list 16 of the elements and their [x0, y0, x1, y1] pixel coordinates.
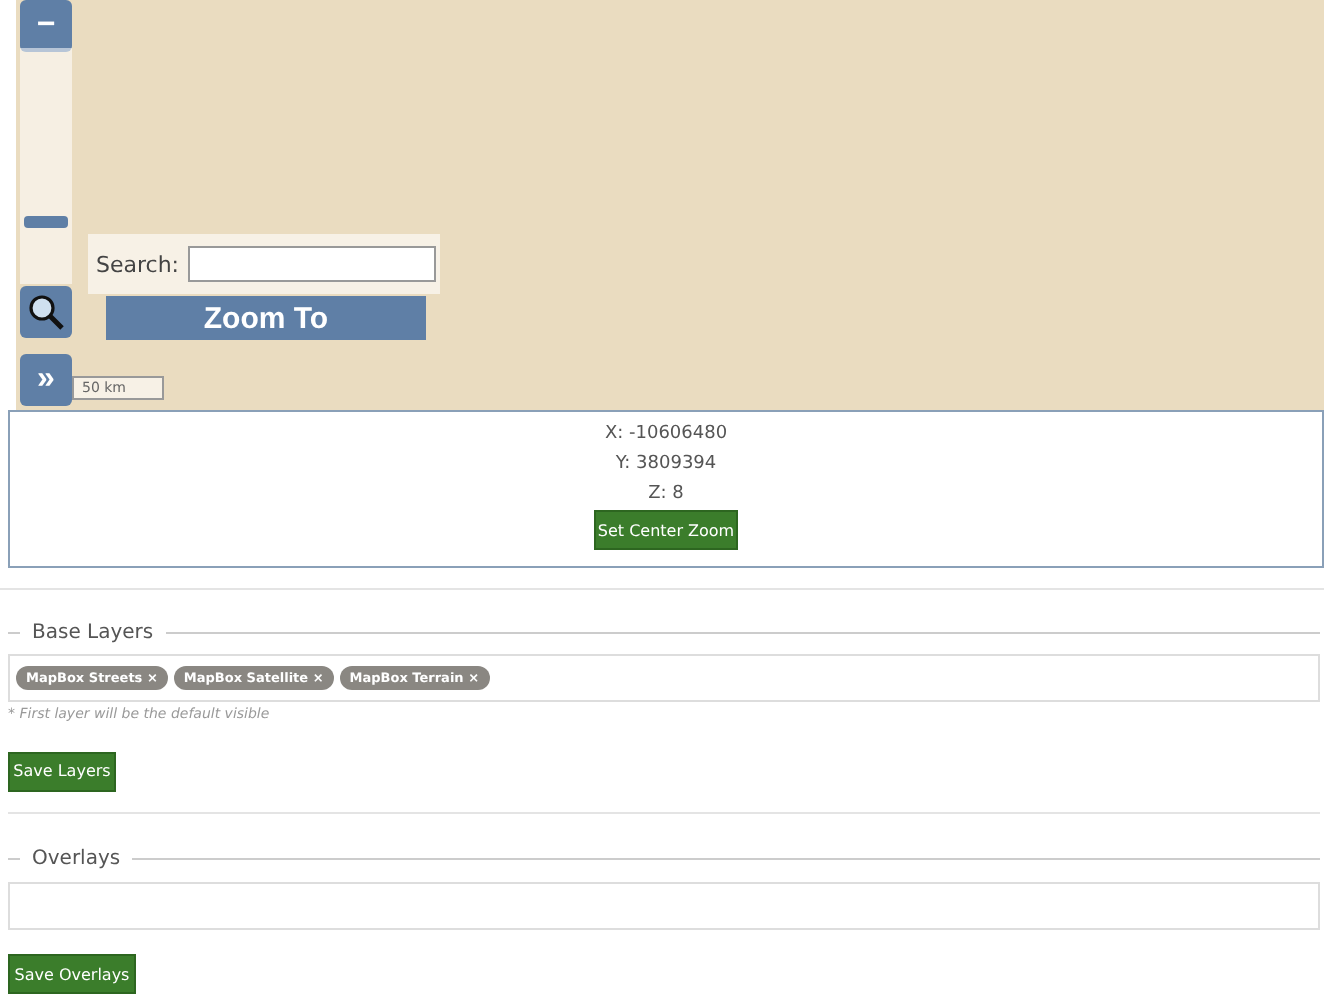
search-label: Search: [96, 251, 179, 277]
section-legend: Overlays [32, 848, 121, 870]
zoom-to-button[interactable]: Zoom To [106, 296, 426, 340]
set-center-zoom-button[interactable]: Set Center Zoom [594, 510, 738, 550]
search-icon[interactable] [20, 286, 72, 338]
expand-button[interactable]: » [20, 354, 72, 406]
layer-select-field[interactable] [8, 881, 1320, 929]
zoom-slider-thumb[interactable] [24, 216, 68, 228]
search-field[interactable] [187, 246, 435, 282]
zoom-level: Z: 8 [648, 482, 684, 508]
save-overlays-button[interactable]: Save Overlays [8, 954, 136, 994]
save-layers-button[interactable]: Save Layers [8, 751, 116, 791]
y-coordinate: Y: 3809394 [615, 452, 717, 478]
zoom-out-button[interactable]: − [20, 0, 72, 52]
section-legend: Base Layers [32, 621, 154, 643]
x-coordinate: X: -10606480 [604, 422, 728, 448]
